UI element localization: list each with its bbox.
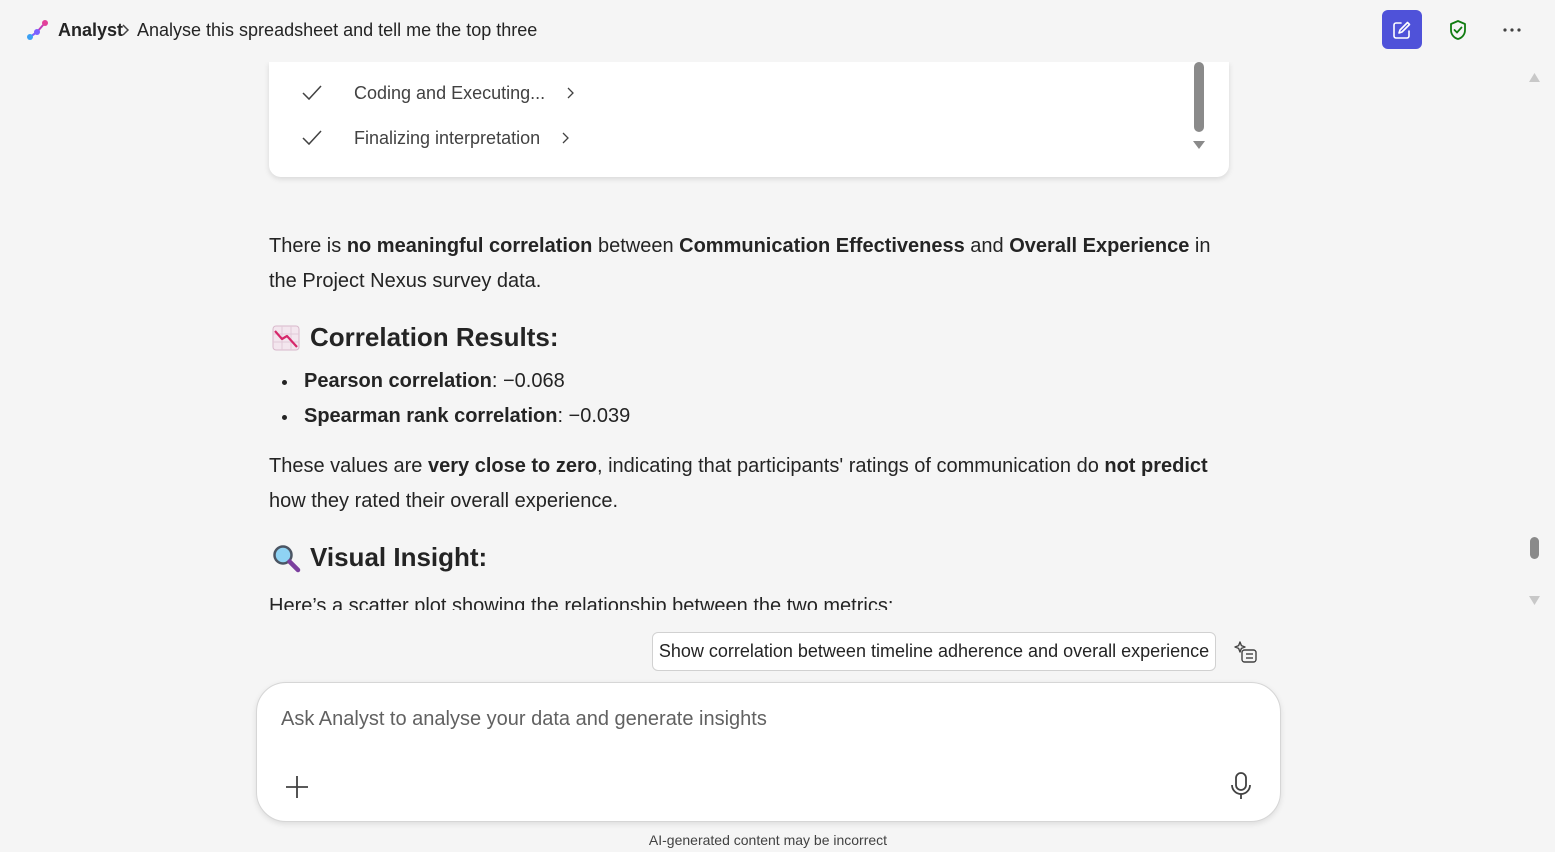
chart-decreasing-icon (272, 325, 300, 350)
steps-scrollbar-thumb[interactable] (1194, 62, 1204, 132)
page-scrollbar-thumb[interactable] (1530, 537, 1539, 559)
chevron-right-icon (562, 132, 570, 144)
conversation-title: Analyse this spreadsheet and tell me the… (137, 20, 538, 40)
analyst-logo-icon (27, 20, 48, 40)
scroll-down-arrow-icon[interactable] (1528, 595, 1541, 606)
list-item: Spearman rank correlation: −0.039 (280, 399, 1180, 434)
answer-summary: These values are very close to zero, ind… (269, 455, 1208, 512)
checkmark-icon (302, 130, 322, 146)
step-label: Finalizing interpretation (354, 127, 541, 148)
chat-input[interactable] (281, 703, 1181, 735)
checkmark-icon (302, 85, 322, 101)
answer-intro: There is no meaningful correlation betwe… (269, 235, 1211, 292)
add-attachment-icon[interactable] (283, 773, 311, 801)
ai-disclaimer: AI-generated content may be incorrect (648, 832, 888, 848)
insight-heading: Visual Insight: (271, 542, 487, 573)
chevron-right-icon (567, 87, 575, 99)
chat-composer (256, 682, 1281, 822)
results-heading: Correlation Results: (271, 322, 559, 353)
microphone-icon[interactable] (1227, 771, 1255, 801)
scroll-up-arrow-icon[interactable] (1528, 72, 1541, 83)
conversation-scroll-area[interactable]: Coding and Executing... Finalizing inter… (0, 62, 1555, 610)
more-options-button[interactable] (1494, 12, 1530, 48)
new-chat-button[interactable] (1382, 10, 1422, 49)
top-bar: Analyst Analyse this spreadsheet and tel… (0, 0, 1555, 62)
step-finalizing[interactable]: Finalizing interpretation (301, 125, 570, 151)
insight-text: Here’s a scatter plot showing the relati… (269, 595, 894, 610)
suggested-prompt-button[interactable]: Show correlation between timeline adhere… (652, 632, 1216, 671)
app-name[interactable]: Analyst (58, 20, 123, 41)
more-horizontal-icon (1503, 28, 1521, 32)
shield-check-icon (1450, 20, 1466, 40)
scroll-down-arrow-icon[interactable] (1193, 140, 1205, 150)
step-coding-executing[interactable]: Coding and Executing... (301, 80, 575, 106)
step-label: Coding and Executing... (354, 82, 546, 103)
compose-icon (1393, 21, 1411, 39)
chevron-right-icon (122, 24, 130, 36)
list-item: Pearson correlation: −0.068 (280, 364, 1180, 399)
security-button[interactable] (1440, 12, 1476, 48)
results-list: Pearson correlation: −0.068 Spearman ran… (280, 364, 1180, 434)
reasoning-steps-card: Coding and Executing... Finalizing inter… (269, 62, 1229, 177)
magnifying-glass-icon (273, 544, 301, 572)
sparkle-list-icon[interactable] (1233, 639, 1259, 665)
